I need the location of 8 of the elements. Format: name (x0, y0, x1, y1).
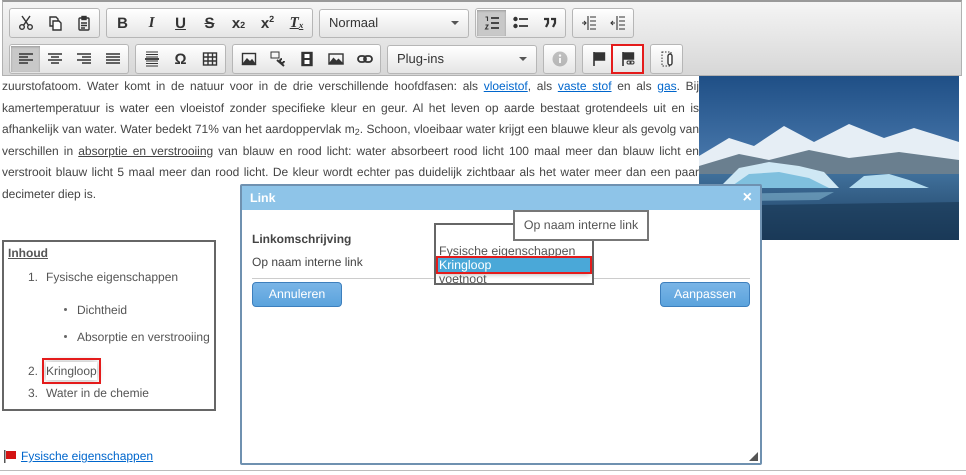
list-number: 2. (28, 363, 40, 380)
field-label: Linkomschrijving (252, 231, 352, 248)
tooltip: Op naam interne link (513, 210, 649, 241)
dialog-title: Link (250, 190, 276, 207)
list-number: 3. (28, 385, 40, 402)
field-label: Op naam interne link (252, 254, 363, 271)
toc-heading: Inhoud (8, 245, 48, 262)
list-number: 1. (28, 269, 40, 286)
